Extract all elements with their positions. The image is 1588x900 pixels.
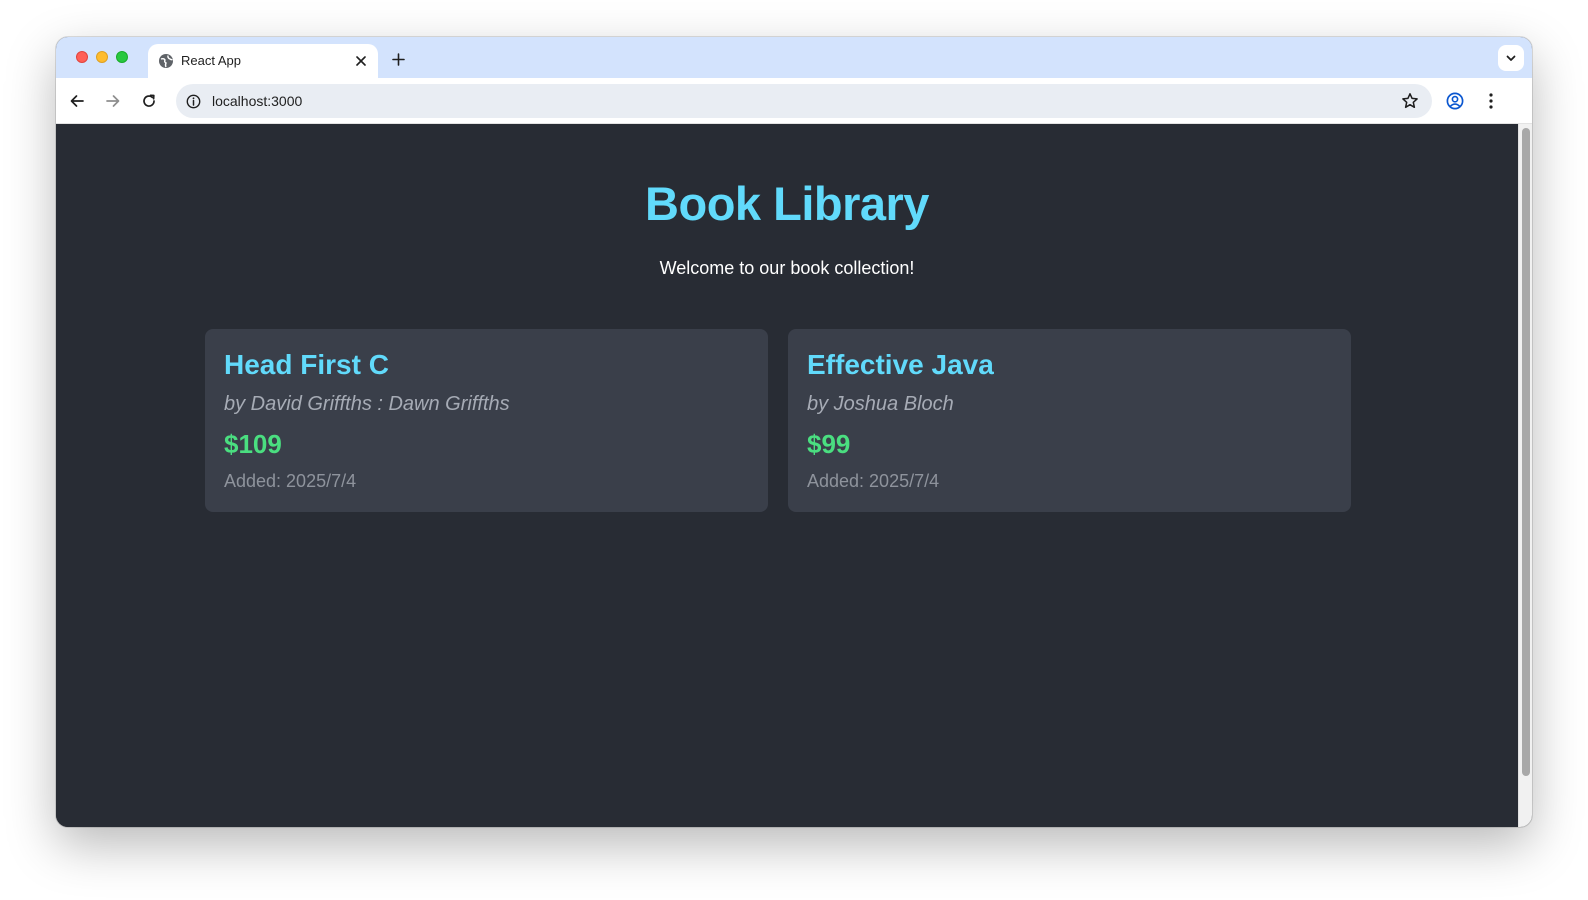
window-maximize-button[interactable] bbox=[116, 51, 128, 63]
book-title: Head First C bbox=[224, 349, 389, 380]
arrow-right-icon[interactable] bbox=[100, 88, 126, 114]
book-card: Effective Java by Joshua Bloch $99 Added… bbox=[788, 329, 1351, 512]
book-author: by Joshua Bloch bbox=[807, 393, 954, 415]
arrow-left-icon[interactable] bbox=[64, 88, 90, 114]
browser-window: React App localhost:3000 Book Library We… bbox=[56, 37, 1532, 827]
star-icon[interactable] bbox=[1400, 91, 1420, 111]
book-author: by David Griffths : Dawn Griffths bbox=[224, 393, 510, 415]
plus-icon[interactable] bbox=[386, 47, 410, 71]
scrollbar-thumb[interactable] bbox=[1522, 128, 1530, 776]
page-subtitle: Welcome to our book collection! bbox=[659, 258, 915, 278]
close-icon[interactable] bbox=[352, 52, 370, 70]
browser-toolbar: localhost:3000 bbox=[56, 78, 1532, 124]
window-minimize-button[interactable] bbox=[96, 51, 108, 63]
page-title: Book Library bbox=[645, 177, 929, 230]
url-text: localhost:3000 bbox=[212, 93, 303, 109]
profile-icon[interactable] bbox=[1442, 88, 1468, 114]
info-icon[interactable] bbox=[184, 92, 202, 110]
tab-react-app[interactable]: React App bbox=[148, 44, 378, 78]
tab-title: React App bbox=[181, 53, 241, 68]
globe-icon bbox=[158, 53, 174, 69]
book-added-date: Added: 2025/7/4 bbox=[224, 471, 357, 491]
address-bar[interactable]: localhost:3000 bbox=[176, 84, 1432, 118]
reload-icon[interactable] bbox=[136, 88, 162, 114]
page-viewport: Book Library Welcome to our book collect… bbox=[56, 124, 1518, 827]
book-price: $109 bbox=[224, 429, 282, 459]
book-card: Head First C by David Griffths : Dawn Gr… bbox=[205, 329, 768, 512]
book-title: Effective Java bbox=[807, 349, 994, 380]
chevron-down-icon[interactable] bbox=[1498, 45, 1524, 71]
kebab-menu-icon[interactable] bbox=[1478, 88, 1504, 114]
book-price: $99 bbox=[807, 429, 851, 459]
window-close-button[interactable] bbox=[76, 51, 88, 63]
book-added-date: Added: 2025/7/4 bbox=[807, 471, 940, 491]
tab-strip: React App bbox=[56, 37, 1532, 78]
page-scrollbar[interactable] bbox=[1518, 124, 1532, 827]
